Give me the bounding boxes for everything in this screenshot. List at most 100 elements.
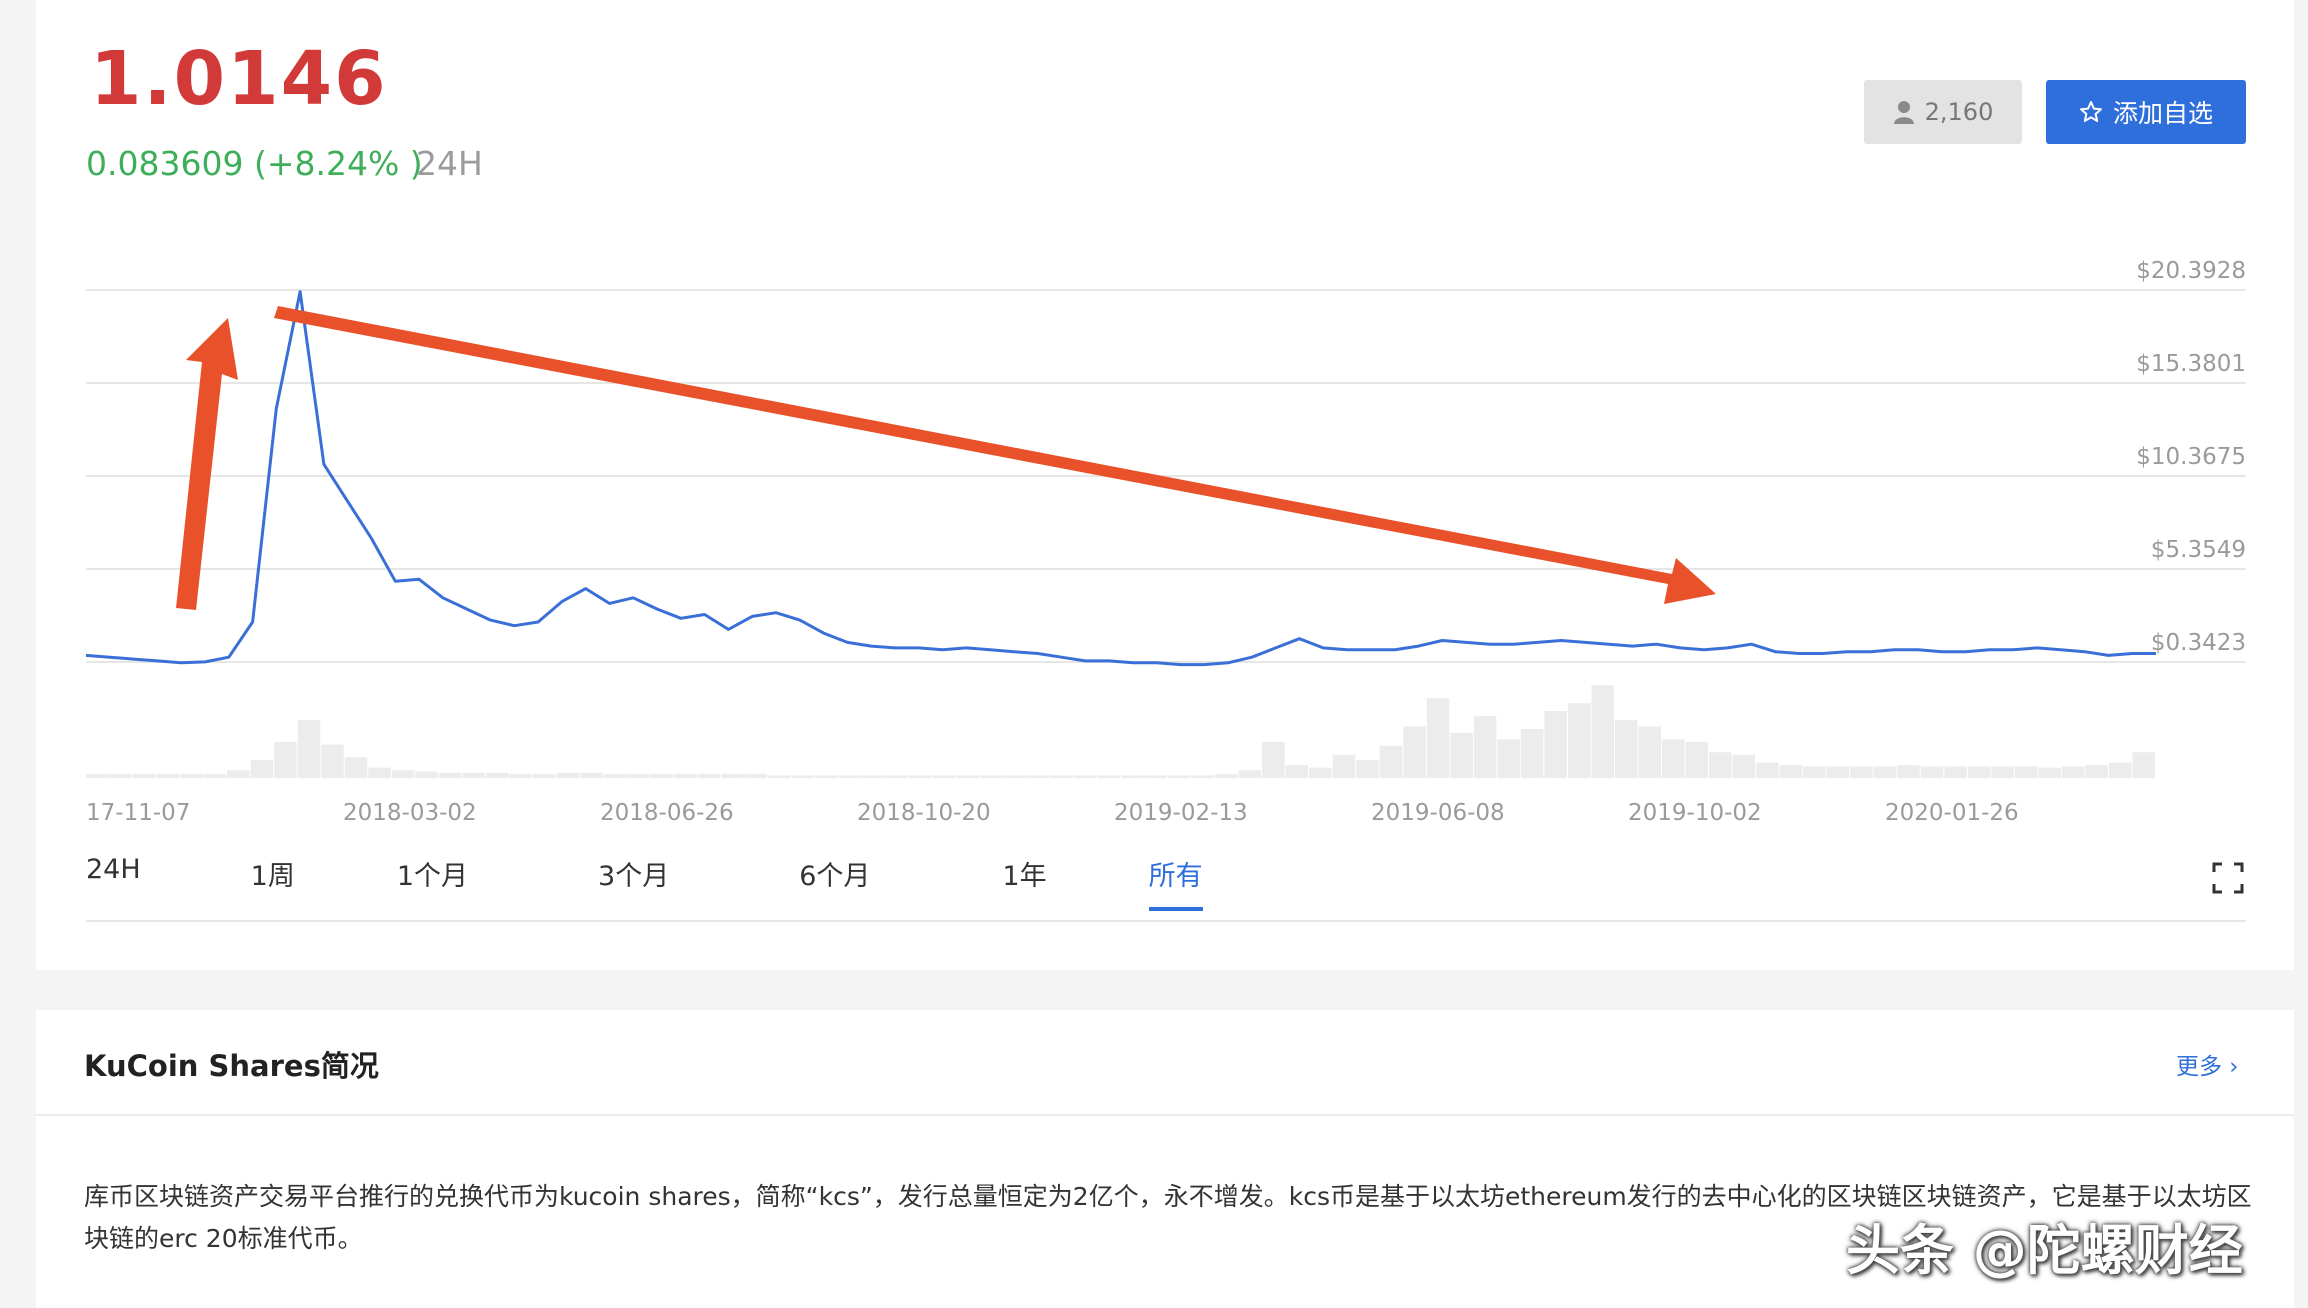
volume-bar (86, 774, 109, 778)
volume-bar (1638, 726, 1662, 778)
volume-bar (1662, 739, 1685, 778)
volume-bar (862, 775, 885, 778)
volume-bar (485, 772, 509, 778)
volume-bar (721, 774, 744, 778)
tab-5[interactable]: 1年 (1002, 854, 1046, 893)
volume-bar (1544, 710, 1567, 778)
volume-bar (2014, 766, 2038, 778)
volume-bar (532, 774, 556, 778)
volume-bar (180, 774, 203, 778)
volume-bar (1497, 739, 1520, 778)
volume-bar (556, 772, 579, 778)
x-tick-label: 17-11-07 (86, 800, 190, 826)
overview-divider (36, 1114, 2294, 1116)
volume-bar (1097, 775, 1120, 778)
volume-bar (650, 774, 674, 778)
volume-bar (1450, 732, 1473, 778)
volume-bar (227, 770, 250, 778)
rising-arrow (176, 318, 238, 610)
volume-bar (462, 772, 485, 778)
fullscreen-icon[interactable] (2212, 862, 2244, 894)
tab-1[interactable]: 1周 (251, 854, 295, 893)
volume-bar (1215, 774, 1238, 778)
volume-bar (1873, 766, 1897, 778)
volume-bar (391, 770, 415, 778)
volume-bar (509, 774, 532, 778)
volume-bar (133, 774, 156, 778)
falling-arrow (274, 306, 1716, 604)
volume-bar (2061, 766, 2085, 778)
volume-bar (1003, 775, 1026, 778)
volume-bar (909, 775, 932, 778)
volume-bar (250, 759, 274, 778)
volume-bar (1262, 741, 1285, 778)
tab-6[interactable]: 所有 (1148, 854, 1203, 911)
volume-bar (1191, 775, 1215, 778)
volume-bar (1050, 775, 1073, 778)
volume-bar (438, 772, 462, 778)
volume-bar (1756, 762, 1779, 778)
volume-bar (932, 775, 956, 778)
volume-bar (1685, 741, 1709, 778)
volume-bar (2132, 752, 2155, 778)
volume-bar (697, 774, 721, 778)
x-tick-label: 2018-06-26 (600, 800, 734, 826)
x-tick-label: 2019-10-02 (1628, 800, 1762, 826)
volume-bar (768, 775, 791, 778)
volume-bar (1520, 729, 1544, 778)
y-tick-label: $10.3675 (2136, 444, 2246, 470)
y-tick-label: $5.3549 (2151, 537, 2246, 563)
volume-bar (838, 775, 862, 778)
volume-bar (1309, 767, 1332, 778)
volume-bar (1332, 754, 1356, 778)
volume-bar (1803, 766, 1826, 778)
volume-bar (1473, 716, 1497, 778)
volume-bar (1285, 765, 1309, 778)
volume-bar (1991, 766, 2014, 778)
volume-bar (1238, 770, 1262, 778)
volume-bar (109, 774, 133, 778)
volume-bar (956, 775, 979, 778)
tab-3[interactable]: 3个月 (598, 854, 669, 893)
volume-bar (321, 744, 344, 778)
volume-bar (1168, 775, 1191, 778)
tab-4[interactable]: 6个月 (799, 854, 870, 893)
volume-bar (1920, 766, 1944, 778)
x-tick-label: 2018-03-02 (343, 800, 477, 826)
volume-bar (1826, 766, 1850, 778)
volume-bar (1850, 766, 1873, 778)
volume-bar (1614, 720, 1638, 778)
y-tick-label: $15.3801 (2136, 351, 2246, 377)
volume-bar (344, 757, 368, 778)
volume-bar (603, 774, 627, 778)
volume-bar (2108, 762, 2132, 778)
y-tick-label: $0.3423 (2151, 630, 2246, 656)
volume-bar (274, 741, 297, 778)
volume-bar (885, 775, 909, 778)
volume-bar (744, 774, 768, 778)
volume-bar (1026, 775, 1050, 778)
volume-bar (2085, 765, 2108, 778)
tab-0[interactable]: 24H (86, 854, 141, 893)
volume-bar (1356, 759, 1379, 778)
volume-bar (297, 720, 321, 778)
more-link[interactable]: 更多 › (2176, 1047, 2239, 1081)
x-tick-label: 2018-10-20 (857, 800, 991, 826)
volume-bar (2038, 767, 2061, 778)
volume-bar (1144, 775, 1168, 778)
volume-bar (1379, 745, 1403, 778)
watermark: 头条 @陀螺财经 (1846, 1219, 2243, 1282)
volume-bar (1121, 775, 1144, 778)
volume-bar (1897, 765, 1920, 778)
volume-bar (1944, 766, 1967, 778)
tab-2[interactable]: 1个月 (397, 854, 468, 893)
x-tick-label: 2020-01-26 (1885, 800, 2019, 826)
volume-bar (815, 775, 838, 778)
volume-bar (674, 774, 697, 778)
volume-bar (1732, 754, 1756, 778)
volume-bar (979, 775, 1003, 778)
tabs-divider (86, 920, 2246, 922)
volume-bar (1591, 685, 1614, 778)
volume-bar (1709, 752, 1732, 778)
volume-bar (415, 771, 438, 778)
